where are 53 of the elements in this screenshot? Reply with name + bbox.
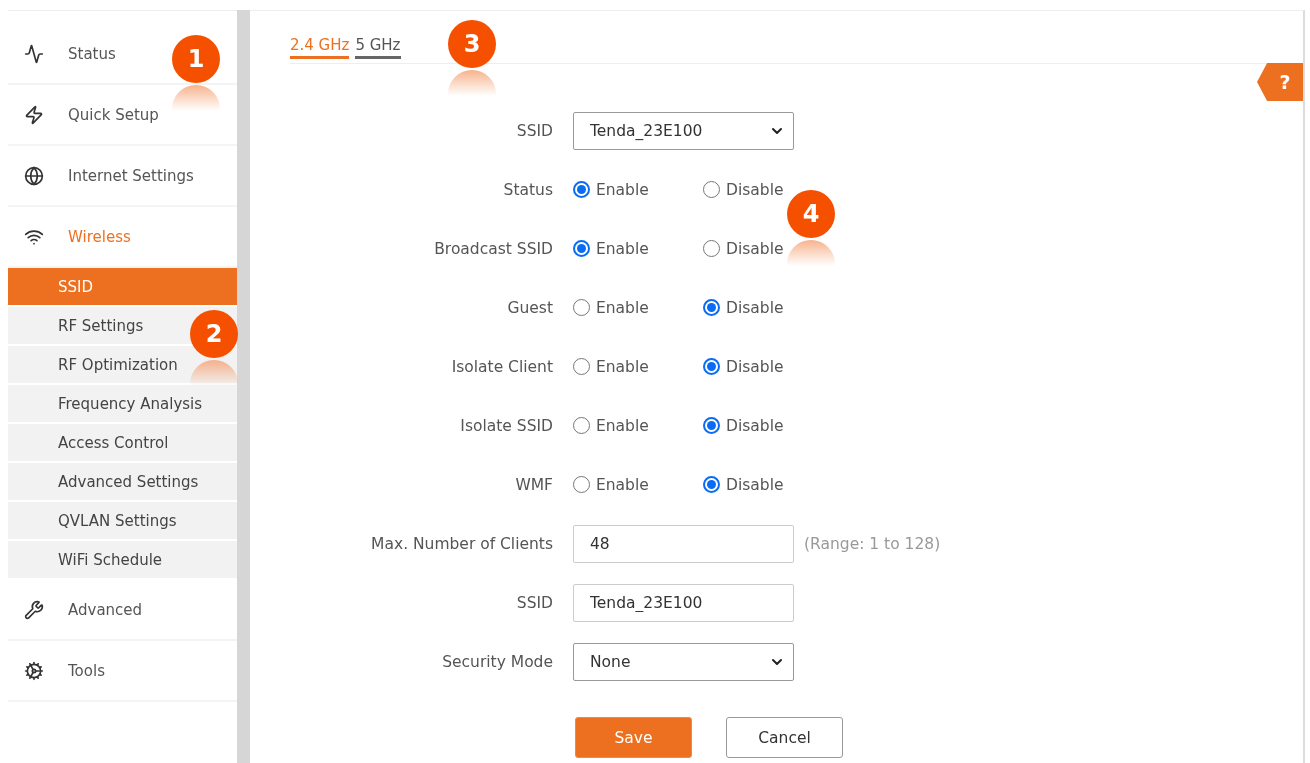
badge-reflection xyxy=(172,85,220,111)
field-label: Security Mode xyxy=(441,652,553,671)
cancel-button[interactable]: Cancel xyxy=(726,717,843,758)
radio-label: Enable xyxy=(596,357,649,376)
globe-icon xyxy=(24,165,44,186)
gear-icon xyxy=(24,660,44,681)
band-tab[interactable]: 5 GHz xyxy=(355,36,401,59)
range-hint: (Range: 1 to 128) xyxy=(804,534,941,553)
radio-label: Disable xyxy=(726,357,784,376)
badge-reflection xyxy=(787,240,835,266)
field-label: Broadcast SSID xyxy=(433,239,553,258)
radio-button[interactable] xyxy=(703,299,720,316)
field-label: Guest xyxy=(506,298,553,317)
menu-label: Internet Settings xyxy=(68,166,194,185)
menu-label: Wireless xyxy=(68,227,131,246)
field-label: SSID xyxy=(515,121,553,140)
radio-button[interactable] xyxy=(703,417,720,434)
radio-label: Disable xyxy=(726,475,784,494)
radio-label: Enable xyxy=(596,180,649,199)
input-field[interactable]: 48 xyxy=(573,524,794,563)
radio-label: Disable xyxy=(726,180,784,199)
radio-label: Enable xyxy=(596,239,649,258)
field-label: Max. Number of Clients xyxy=(370,534,553,553)
input-field[interactable]: Tenda_23E100 xyxy=(573,583,794,622)
menu-label: Advanced xyxy=(68,600,143,619)
badge-reflection xyxy=(190,360,238,386)
field-label: Isolate SSID xyxy=(459,416,553,435)
wrench-icon xyxy=(24,599,44,620)
field-label: Isolate Client xyxy=(450,357,553,376)
radio-button[interactable] xyxy=(573,181,590,198)
select-field[interactable]: None xyxy=(573,642,794,681)
radio-button[interactable] xyxy=(573,240,590,257)
radio-button[interactable] xyxy=(703,358,720,375)
radio-label: Disable xyxy=(726,416,784,435)
menu-label: Status xyxy=(68,44,116,63)
badge-reflection xyxy=(448,70,496,96)
field-label: WMF xyxy=(514,475,553,494)
callout-badge: 4 xyxy=(787,190,835,238)
callout-badge: 3 xyxy=(448,20,496,68)
radio-button[interactable] xyxy=(703,476,720,493)
bolt-icon xyxy=(24,104,44,125)
radio-label: Disable xyxy=(726,298,784,317)
radio-label: Enable xyxy=(596,298,649,317)
menu-label: Quick Setup xyxy=(68,105,159,124)
radio-label: Disable xyxy=(726,239,784,258)
radio-label: Enable xyxy=(596,475,649,494)
pulse-icon xyxy=(24,43,44,64)
radio-label: Enable xyxy=(596,416,649,435)
field-label: Status xyxy=(502,180,553,199)
submenu-item[interactable]: RF Settings xyxy=(58,316,144,335)
select-field[interactable]: Tenda_23E100 xyxy=(573,111,794,150)
field-label: SSID xyxy=(515,593,553,612)
menu-label: Tools xyxy=(68,661,105,680)
